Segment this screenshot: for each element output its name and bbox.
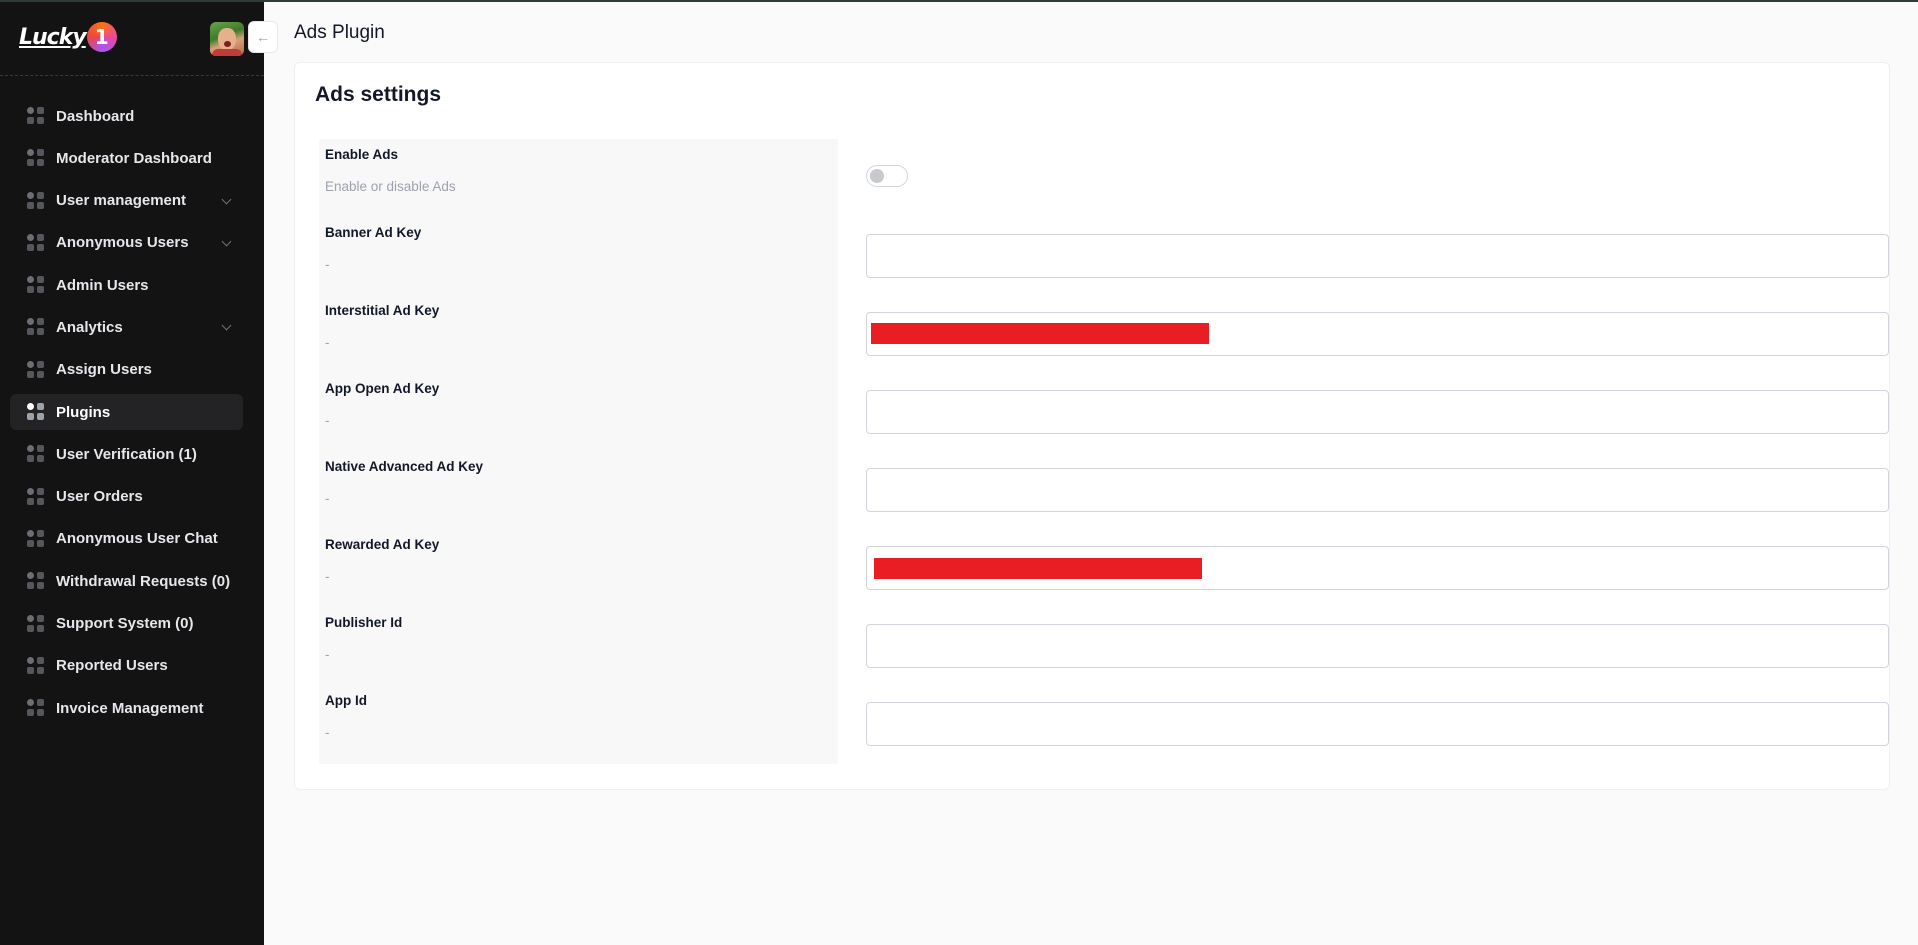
sidebar-item-label: Assign Users — [56, 361, 152, 379]
sidebar-item-anonymous-user-chat[interactable]: Anonymous User Chat — [10, 521, 243, 557]
arrow-left-icon: ← — [256, 29, 270, 45]
grid-icon — [27, 403, 45, 421]
setting-description: Enable or disable Ads — [325, 179, 456, 194]
sidebar-item-label: Support System (0) — [56, 615, 194, 633]
setting-row-enable-ads: Enable Ads Enable or disable Ads — [319, 139, 1889, 217]
grid-icon — [27, 699, 45, 717]
sidebar-item-label: Anonymous Users — [56, 234, 189, 252]
brand-name: Lucky — [19, 24, 87, 50]
brand-badge: 1 — [86, 22, 117, 52]
grid-icon — [27, 318, 45, 336]
grid-icon — [27, 656, 45, 675]
grid-icon — [27, 191, 45, 210]
sidebar-item-plugins[interactable]: Plugins — [10, 394, 243, 431]
setting-label: Publisher Id — [325, 615, 403, 630]
app-id-input[interactable] — [866, 702, 1889, 746]
setting-row-rewarded-ad-key: Rewarded Ad Key - — [319, 529, 1889, 607]
sidebar: Lucky 1 Dashboard Moderator Dashboard User… — [0, 2, 264, 945]
grid-icon — [27, 445, 45, 463]
sidebar-item-label: Moderator Dashboard — [56, 149, 212, 167]
page-title: Ads Plugin — [294, 22, 385, 43]
sidebar-item-assign-users[interactable]: Assign Users — [10, 352, 243, 388]
chevron-down-icon[interactable] — [221, 321, 232, 331]
setting-description: - — [325, 491, 330, 506]
setting-label: Native Advanced Ad Key — [325, 459, 484, 474]
grid-icon — [27, 614, 45, 633]
grid-icon — [27, 360, 45, 379]
sidebar-item-label: User Orders — [56, 488, 143, 506]
sidebar-item-label: Plugins — [56, 403, 111, 421]
sidebar-collapse-button[interactable]: ← — [248, 21, 278, 53]
sidebar-item-admin-users[interactable]: Admin Users — [10, 267, 243, 303]
sidebar-item-label: Dashboard — [56, 107, 135, 125]
grid-icon — [27, 149, 45, 167]
sidebar-item-analytics[interactable]: Analytics — [10, 309, 243, 345]
setting-label: Interstitial Ad Key — [325, 303, 440, 318]
sidebar-item-label: User management — [56, 192, 187, 210]
sidebar-item-withdrawal-requests-0[interactable]: Withdrawal Requests (0) — [10, 563, 243, 599]
top-border — [0, 0, 1918, 2]
setting-label: Banner Ad Key — [325, 225, 422, 240]
sidebar-item-dashboard[interactable]: Dashboard — [10, 98, 243, 134]
setting-label: Enable Ads — [325, 147, 399, 162]
grid-icon — [27, 487, 45, 506]
setting-description: - — [325, 725, 330, 740]
setting-row-publisher-id: Publisher Id - — [319, 607, 1889, 685]
sidebar-item-label: Admin Users — [56, 276, 149, 294]
enable-ads-toggle[interactable] — [866, 165, 908, 187]
card-title: Ads settings — [315, 83, 442, 106]
sidebar-item-support-system-0[interactable]: Support System (0) — [10, 606, 243, 642]
setting-row-native-advanced-ad-key: Native Advanced Ad Key - — [319, 451, 1889, 529]
sidebar-item-label: Reported Users — [56, 657, 168, 675]
grid-icon — [27, 107, 45, 125]
sidebar-item-label: User Verification (1) — [56, 445, 197, 463]
brand-logo[interactable]: Lucky 1 — [19, 22, 117, 52]
chevron-down-icon[interactable] — [221, 236, 232, 247]
setting-label: Rewarded Ad Key — [325, 537, 440, 552]
sidebar-item-reported-users[interactable]: Reported Users — [10, 648, 243, 684]
toggle-knob — [870, 169, 884, 183]
sidebar-nav: Dashboard Moderator Dashboard User managem… — [10, 98, 243, 732]
banner-ad-key-input[interactable] — [866, 234, 1889, 278]
setting-description: - — [325, 569, 330, 584]
setting-row-banner-ad-key: Banner Ad Key - — [319, 217, 1889, 295]
grid-icon — [27, 529, 45, 548]
setting-row-app-open-ad-key: App Open Ad Key - — [319, 373, 1889, 451]
sidebar-item-user-orders[interactable]: User Orders — [10, 479, 243, 515]
ads-settings-card: Ads settings Enable Ads Enable or disable… — [294, 62, 1890, 790]
sidebar-item-invoice-management[interactable]: Invoice Management — [10, 690, 243, 726]
setting-description: - — [325, 647, 330, 662]
sidebar-item-anonymous-users[interactable]: Anonymous Users — [10, 225, 243, 261]
sidebar-header: Lucky 1 — [0, 2, 264, 76]
setting-label: App Open Ad Key — [325, 381, 440, 396]
setting-row-app-id: App Id - — [319, 685, 1889, 763]
sidebar-item-user-management[interactable]: User management — [10, 183, 243, 219]
sidebar-item-label: Analytics — [56, 318, 123, 336]
grid-icon — [27, 276, 45, 294]
grid-icon — [27, 572, 45, 590]
sidebar-item-label: Withdrawal Requests (0) — [56, 572, 231, 590]
redacted-value — [871, 323, 1209, 344]
grid-icon — [27, 233, 45, 252]
chevron-down-icon[interactable] — [221, 194, 232, 205]
native-advanced-ad-key-input[interactable] — [866, 468, 1889, 512]
sidebar-item-user-verification-1[interactable]: User Verification (1) — [10, 436, 243, 472]
setting-label: App Id — [325, 693, 367, 708]
app-open-ad-key-input[interactable] — [866, 390, 1889, 434]
redacted-value — [874, 558, 1202, 579]
setting-description: - — [325, 413, 330, 428]
publisher-id-input[interactable] — [866, 624, 1889, 668]
user-avatar[interactable] — [210, 22, 244, 56]
setting-description: - — [325, 257, 330, 272]
setting-row-interstitial-ad-key: Interstitial Ad Key - — [319, 295, 1889, 373]
sidebar-item-label: Invoice Management — [56, 699, 204, 717]
setting-description: - — [325, 335, 330, 350]
sidebar-item-label: Anonymous User Chat — [56, 530, 218, 548]
sidebar-item-moderator-dashboard[interactable]: Moderator Dashboard — [10, 140, 243, 176]
